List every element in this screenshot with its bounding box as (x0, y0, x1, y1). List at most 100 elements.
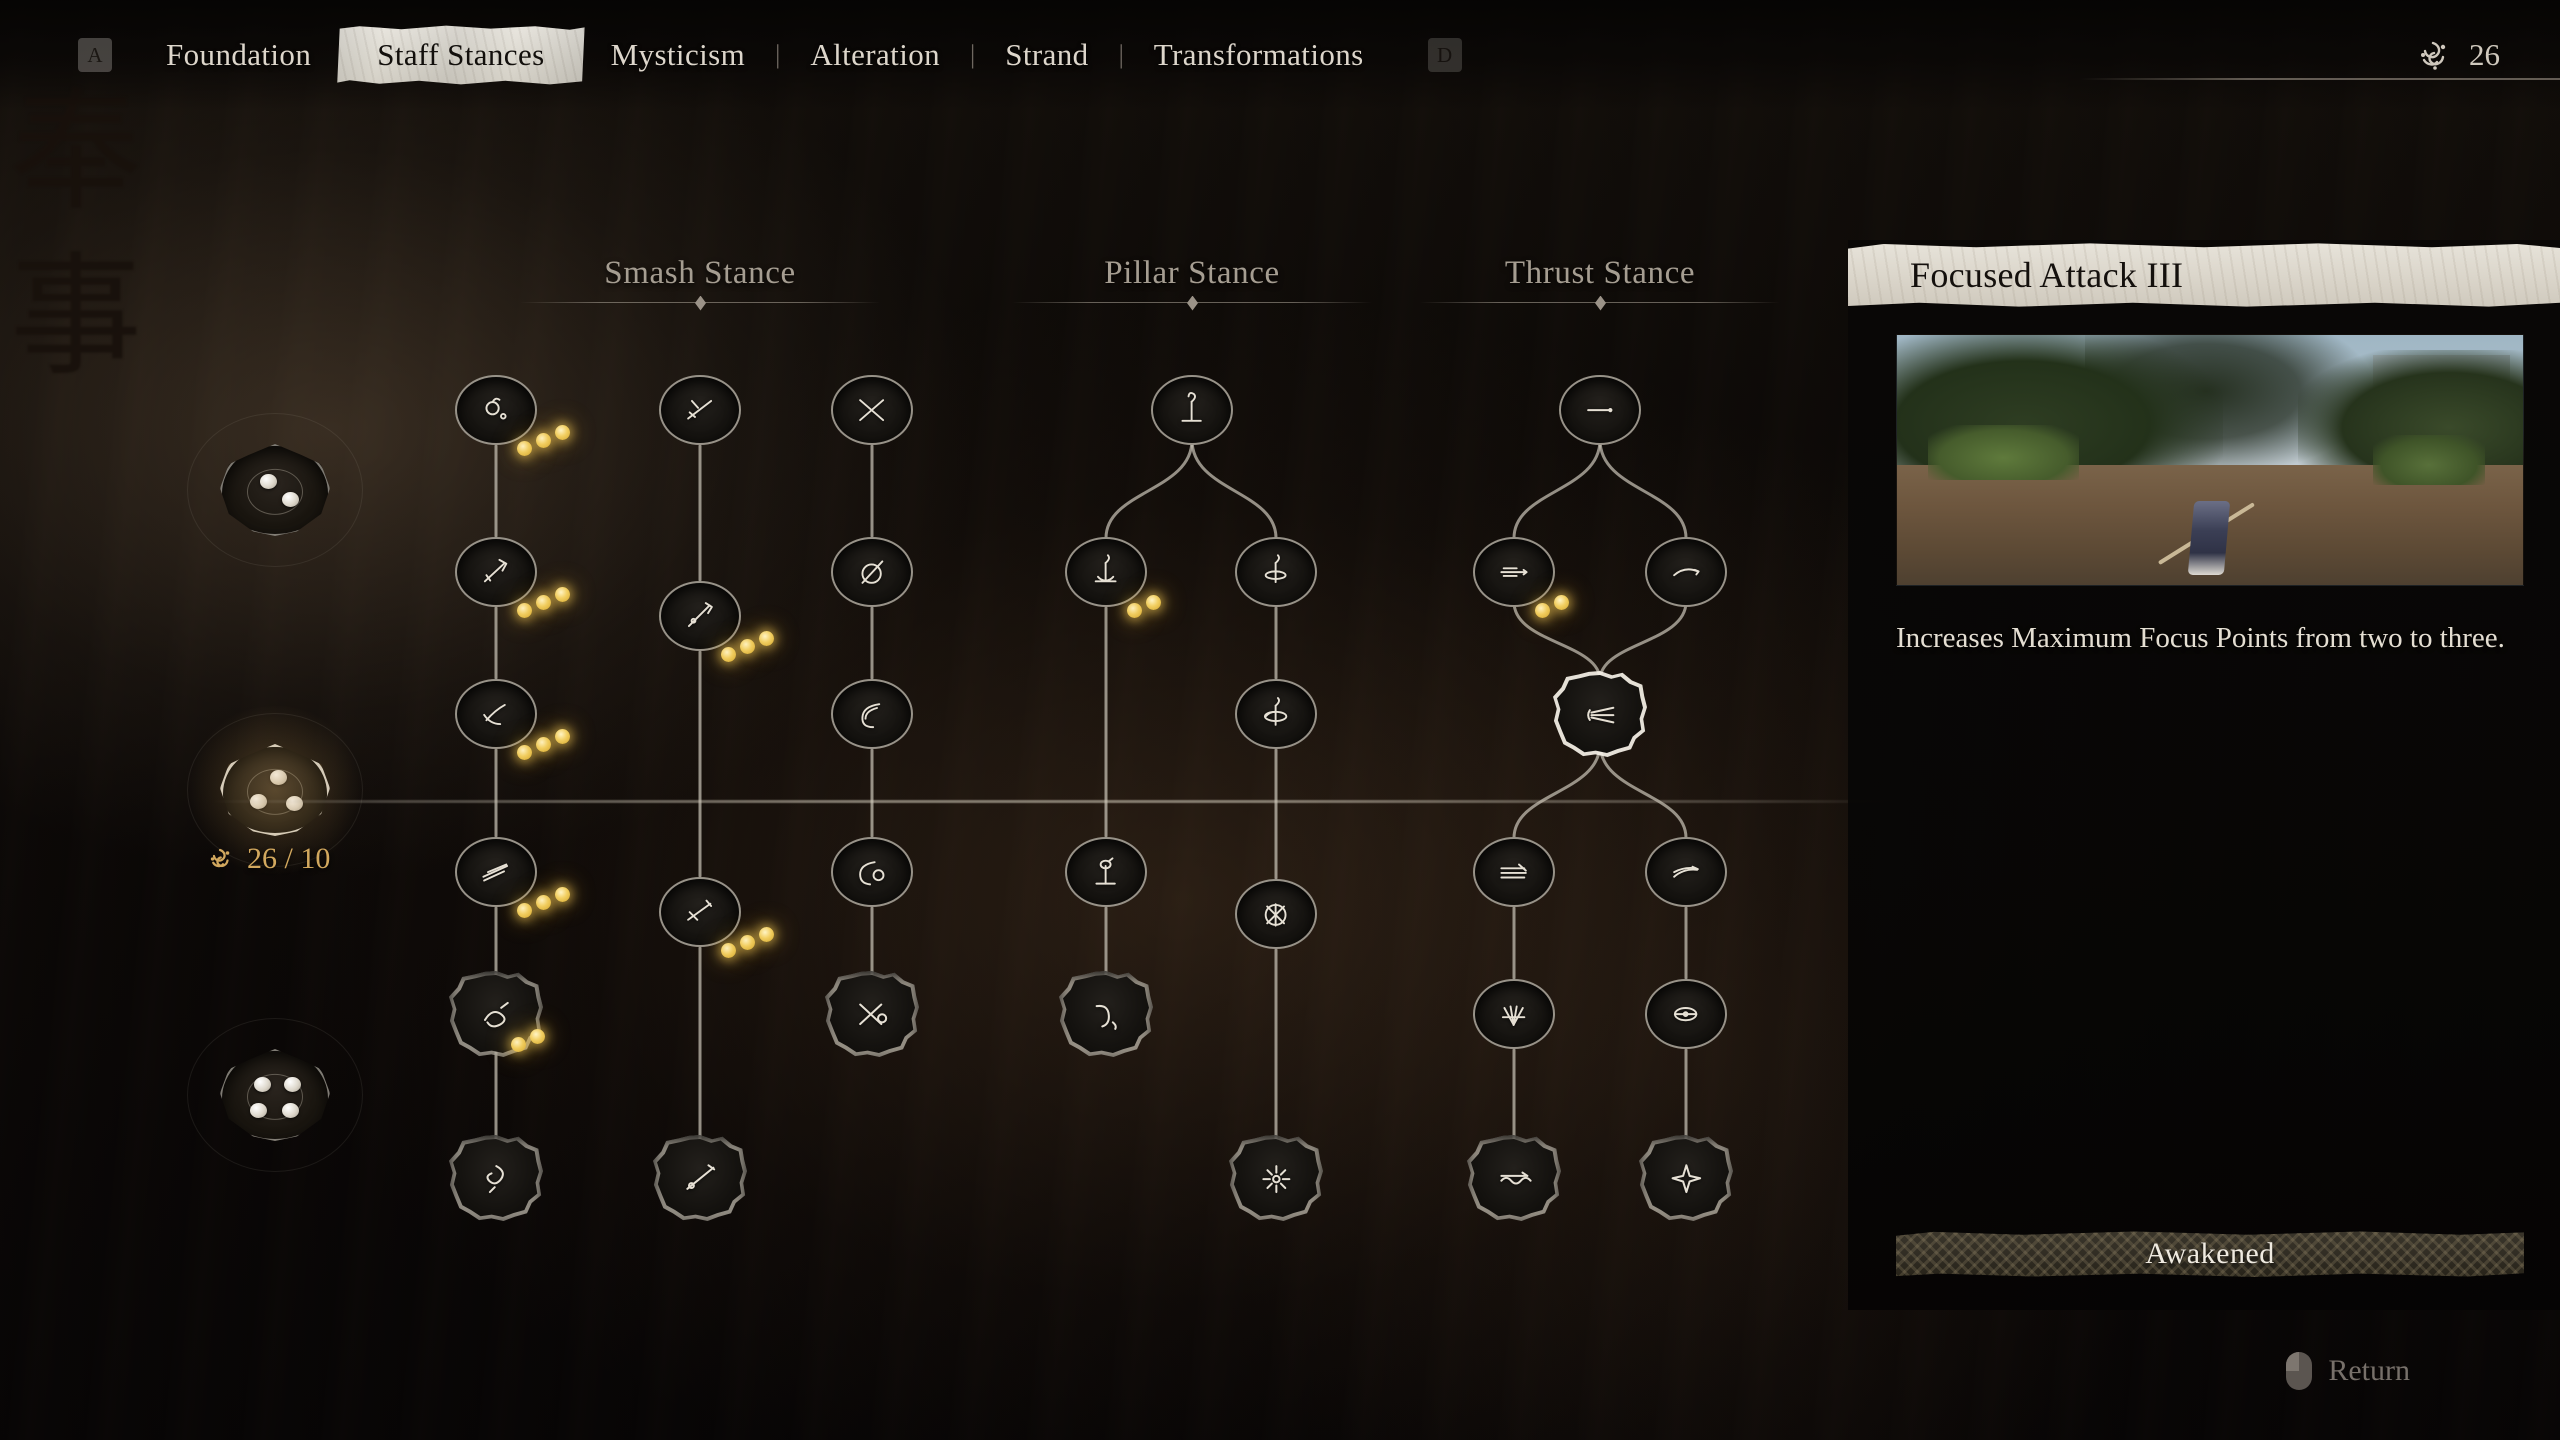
tab-staff-stances[interactable]: Staff Stances (337, 26, 584, 85)
skill-node-crescent-orb[interactable] (831, 837, 913, 907)
skill-node-staff-thrust[interactable] (659, 581, 774, 662)
skill-node-frame (659, 877, 741, 947)
skill-node-frame (1645, 537, 1727, 607)
pinwheel-icon (1265, 903, 1287, 927)
sweep-blur-icon (482, 863, 509, 882)
skill-node-frame (831, 375, 913, 445)
skill-node-frame (1059, 971, 1153, 1057)
skill-node-crossed-staff[interactable] (831, 375, 913, 445)
prev-tab-key[interactable]: A (78, 38, 112, 72)
skill-node-pillar-ring[interactable] (1235, 537, 1317, 607)
straight-line-icon (1587, 407, 1613, 413)
skill-node-hook-staff[interactable] (1059, 971, 1153, 1057)
skill-node-pillar-swirl[interactable] (1235, 679, 1317, 749)
skill-node-spiral-staff[interactable] (449, 1135, 543, 1221)
skill-node-upward-arc[interactable] (455, 679, 570, 760)
skill-node-thrust-curve[interactable] (1645, 537, 1727, 607)
skill-node-sweep-blur[interactable] (455, 837, 570, 918)
next-tab-key[interactable]: D (1427, 38, 1462, 72)
skill-title: Focused Attack III (1848, 243, 2560, 307)
skill-node-fan-thrust[interactable] (1473, 979, 1555, 1049)
skill-node-pinwheel[interactable] (1235, 879, 1317, 949)
skill-node-frame (449, 1135, 543, 1221)
skill-node-frame (659, 375, 741, 445)
skill-node-pillar-top[interactable] (1065, 837, 1147, 907)
skill-node-focused-attack[interactable] (1553, 671, 1647, 757)
return-prompt[interactable]: Return (2286, 1352, 2410, 1390)
skill-node-frame (455, 679, 537, 749)
skill-tree-edge (1512, 438, 1602, 540)
skill-node-pillar-base[interactable] (1065, 537, 1161, 618)
tab-strand[interactable]: Strand (979, 31, 1114, 79)
skill-node-slash-circle[interactable] (831, 537, 913, 607)
skill-tree-edge (1598, 742, 1688, 840)
skill-node-inner (829, 975, 915, 1053)
skill-node-frame (1467, 1135, 1561, 1221)
skill-node-ring-pierce[interactable] (1645, 979, 1727, 1049)
pillar-swirl-icon (1264, 696, 1288, 726)
burst-flower-icon (1262, 1164, 1290, 1193)
skill-node-frame (1065, 537, 1147, 607)
skill-node-frame (1235, 537, 1317, 607)
skill-node-burst-flower[interactable] (1229, 1135, 1323, 1221)
skill-node-frame (825, 971, 919, 1057)
tab-foundation[interactable]: Foundation (140, 31, 337, 79)
skill-node-inner (453, 975, 539, 1053)
skill-node-coiled-strike[interactable] (449, 971, 545, 1057)
staff-thrust-icon (688, 602, 714, 627)
skill-node-frame (1645, 979, 1727, 1049)
skill-tree-edge (1598, 438, 1688, 540)
skill-node-slash-pair[interactable] (659, 375, 741, 445)
tab-alteration[interactable]: Alteration (784, 31, 966, 79)
skill-node-star-pierce[interactable] (1639, 1135, 1733, 1221)
rapid-thrust-icon (1500, 863, 1528, 879)
tab-separator: | (775, 40, 781, 69)
skill-node-frame (659, 581, 741, 651)
skill-node-frame (1553, 671, 1647, 757)
skill-node-frame (1235, 679, 1317, 749)
staff-stab-icon (687, 899, 713, 921)
skill-node-frame (831, 537, 913, 607)
skill-node-straight-line[interactable] (1559, 375, 1641, 445)
skill-tree-edge (1598, 600, 1688, 682)
upward-arc-icon (483, 703, 507, 725)
skill-node-frame (455, 837, 537, 907)
skill-node-frame (455, 537, 537, 607)
cross-orb-icon (858, 1003, 887, 1025)
awakened-button[interactable]: Awakened (1896, 1231, 2524, 1278)
skill-node-frame (1473, 979, 1555, 1049)
skill-node-frame (1473, 837, 1555, 907)
tab-mysticism[interactable]: Mysticism (585, 31, 772, 79)
skill-node-swift-thrust[interactable] (1645, 837, 1727, 907)
currency-value: 26 (2469, 37, 2500, 72)
skill-node-frame (449, 971, 543, 1057)
swift-thrust-icon (1673, 865, 1700, 878)
skill-node-staff-swing[interactable] (455, 537, 570, 618)
spiral-staff-icon (486, 1164, 504, 1193)
skill-node-rapid-thrust[interactable] (1473, 837, 1555, 907)
coiled-strike-icon (483, 1001, 509, 1028)
skill-node-thrust-lines[interactable] (1473, 537, 1569, 618)
skill-node-inner (1557, 675, 1643, 753)
skill-tree-edge (1512, 742, 1602, 840)
skill-node-wave-thrust[interactable] (1467, 1135, 1561, 1221)
currency-counter: 26 (2413, 35, 2560, 75)
skill-node-cross-orb[interactable] (825, 971, 919, 1057)
skill-node-staff-stab[interactable] (659, 877, 774, 958)
thrust-curve-icon (1673, 568, 1700, 577)
crescent-icon (861, 703, 881, 728)
skill-node-crescent[interactable] (831, 679, 913, 749)
tier-divider-line (210, 800, 1910, 803)
skill-node-frame (1229, 1135, 1323, 1221)
skill-node-frame (831, 837, 913, 907)
hook-staff-icon (1095, 1004, 1117, 1030)
tab-transformations[interactable]: Transformations (1128, 31, 1390, 79)
pillar-top-icon (1095, 857, 1117, 885)
skill-node-long-staff[interactable] (653, 1135, 747, 1221)
skill-node-inner (1471, 1139, 1557, 1217)
skill-node-frame (653, 1135, 747, 1221)
currency-underline (2080, 78, 2560, 80)
skill-preview-image (1896, 334, 2524, 586)
skill-node-gourd-strike[interactable] (455, 375, 570, 456)
skill-node-pillar[interactable] (1151, 375, 1233, 445)
